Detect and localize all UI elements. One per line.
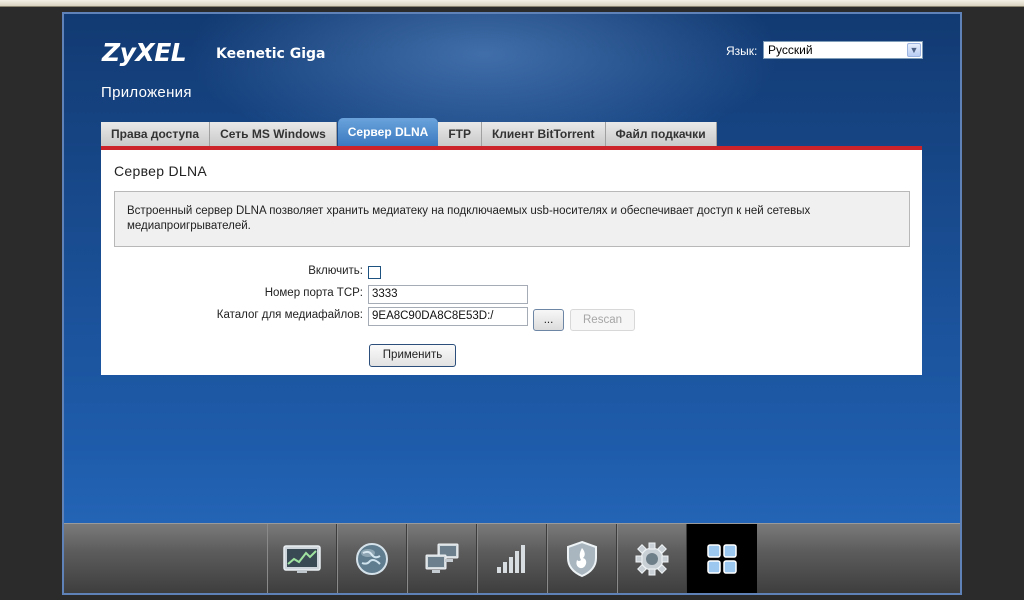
language-label: Язык: (726, 44, 758, 58)
media-dir-input[interactable]: 9EA8C90DA8C8E53D:/ (368, 307, 528, 326)
dock-item-system[interactable] (617, 524, 687, 593)
dock-item-security[interactable] (547, 524, 617, 593)
tab-access-rights[interactable]: Права доступа (101, 122, 211, 146)
panel-title: Сервер DLNA (114, 163, 208, 179)
info-box: Встроенный сервер DLNA позволяет хранить… (114, 191, 910, 247)
language-select[interactable]: Русский ▼ (763, 41, 923, 59)
info-text-line-2: медиапроигрывателей. (127, 220, 251, 232)
page-title: Приложения (101, 84, 192, 101)
port-input[interactable]: 3333 (368, 285, 528, 304)
tab-ms-windows-network[interactable]: Сеть MS Windows (210, 122, 337, 146)
tab-bittorrent-client[interactable]: Клиент BitTorrent (481, 122, 606, 146)
dock-item-internet[interactable] (337, 524, 407, 593)
enable-label: Включить: (308, 265, 363, 277)
enable-checkbox[interactable] (368, 266, 381, 279)
network-computers-icon (425, 543, 459, 573)
monitor-chart-icon (283, 545, 321, 573)
zyxel-logo: ZyXEL (102, 38, 187, 67)
port-label: Номер порта TCP: (264, 287, 363, 299)
dlna-settings-panel: Сервер DLNA Встроенный сервер DLNA позво… (101, 146, 922, 375)
apply-button[interactable]: Применить (369, 344, 456, 367)
router-admin-window: ZyXEL Keenetic Giga Язык: Русский ▼ Прил… (62, 12, 962, 595)
dock-item-wifi[interactable] (477, 524, 547, 593)
tab-ftp[interactable]: FTP (438, 122, 482, 146)
info-text-line-1: Встроенный сервер DLNA позволяет хранить… (127, 205, 811, 217)
dock-item-home-network[interactable] (407, 524, 477, 593)
media-dir-label: Каталог для медиафайлов: (216, 309, 363, 321)
apps-grid-icon (707, 544, 737, 574)
tab-swap-file[interactable]: Файл подкачки (605, 122, 717, 146)
gear-icon (635, 542, 669, 576)
language-selected-value: Русский (768, 43, 813, 57)
model-name: Keenetic Giga (216, 46, 326, 62)
signal-bars-icon (497, 545, 525, 573)
tab-dlna-server[interactable]: Сервер DLNA (337, 118, 439, 146)
dock-item-applications[interactable] (687, 524, 757, 593)
chevron-down-icon[interactable]: ▼ (907, 43, 921, 57)
tab-bar: Права доступа Сеть MS Windows Сервер DLN… (101, 118, 717, 146)
rescan-button[interactable]: Rescan (570, 309, 635, 331)
globe-icon (356, 543, 388, 575)
browse-button[interactable]: ... (533, 309, 564, 331)
browser-top-strip (0, 0, 1024, 7)
bottom-dock (64, 523, 960, 593)
shield-icon (567, 540, 597, 578)
dock-item-monitor[interactable] (267, 524, 337, 593)
